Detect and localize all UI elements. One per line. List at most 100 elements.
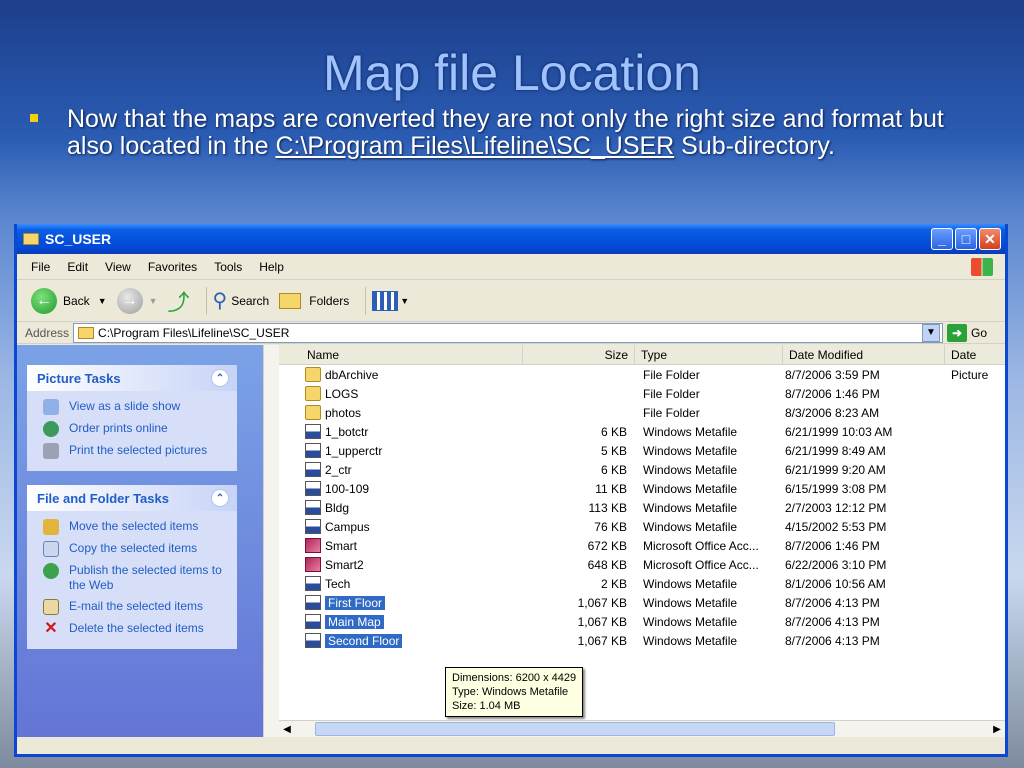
back-dropdown-icon[interactable]: ▼ [98,296,107,306]
file-type: File Folder [643,367,700,382]
file-row[interactable]: Second Floor 1,067 KB Windows Metafile 8/7/… [303,631,1005,650]
folder-icon [23,233,39,245]
title-bar[interactable]: SC_USER _ □ ✕ [17,224,1005,254]
file-rows: dbArchive File Folder 8/7/2006 3:59 PM LOGS… [279,365,1005,650]
menu-favorites[interactable]: Favorites [148,260,197,274]
file-size: 113 KB [588,500,627,515]
file-row[interactable]: First Floor 1,067 KB Windows Metafile 8/7/2… [303,593,1005,612]
task-publish-web[interactable]: Publish the selected items to the Web [43,563,229,593]
menu-view[interactable]: View [105,260,131,274]
metafile-icon [305,500,321,515]
file-name: 1_upperctr [325,443,383,458]
column-type[interactable]: Type [635,345,783,364]
task-order-prints[interactable]: Order prints online [43,421,229,437]
go-button[interactable]: ➜ Go [946,323,987,342]
forward-dropdown-icon[interactable]: ▼ [149,296,158,306]
file-row[interactable]: dbArchive File Folder 8/7/2006 3:59 PM [303,365,1005,384]
task-email-items[interactable]: E-mail the selected items [43,599,229,615]
task-print-pictures[interactable]: Print the selected pictures [43,443,229,459]
column-date-picture[interactable]: Date Picture [945,345,1005,382]
column-size[interactable]: Size [523,345,635,364]
file-row[interactable]: Tech 2 KB Windows Metafile 8/1/2006 10:56 A… [303,574,1005,593]
file-name-cell: dbArchive [303,367,521,382]
task-copy-items[interactable]: Copy the selected items [43,541,229,557]
metafile-icon [305,633,321,648]
minimize-button[interactable]: _ [931,228,953,250]
slideshow-icon [43,399,59,415]
file-row[interactable]: Bldg 113 KB Windows Metafile 2/7/2003 12:12… [303,498,1005,517]
scroll-thumb[interactable] [315,722,835,736]
file-size: 76 KB [594,519,627,534]
menu-file[interactable]: File [31,260,50,274]
menu-help[interactable]: Help [259,260,284,274]
file-row[interactable]: Main Map 1,067 KB Windows Metafile 8/7/2006… [303,612,1005,631]
address-dropdown-icon[interactable]: ▼ [921,323,940,342]
file-type: Windows Metafile [643,500,738,515]
maximize-button[interactable]: □ [955,228,977,250]
column-name[interactable]: Name [279,345,523,364]
picture-tasks-title: Picture Tasks [37,370,121,386]
column-date-modified[interactable]: Date Modified [783,345,945,364]
address-field[interactable]: C:\Program Files\Lifeline\SC_USER ▼ [73,322,943,343]
views-dropdown-icon: ▼ [400,295,410,306]
file-name: 2_ctr [325,462,352,477]
file-row[interactable]: Campus 76 KB Windows Metafile 4/15/2002 5:5… [303,517,1005,536]
file-size: 1,067 KB [577,633,627,648]
menu-bar: File Edit View Favorites Tools Help [17,254,1005,280]
file-row[interactable]: 1_botctr 6 KB Windows Metafile 6/21/1999 10… [303,422,1005,441]
file-row[interactable]: 100-109 11 KB Windows Metafile 6/15/1999 3:… [303,479,1005,498]
task-move-items[interactable]: Move the selected items [43,519,229,535]
close-button[interactable]: ✕ [979,228,1001,250]
file-folder-tasks-panel: File and Folder Tasks ⌃ Move the selecte… [27,485,237,649]
address-label: Address [25,325,70,340]
menu-tools[interactable]: Tools [214,260,242,274]
file-row[interactable]: photos File Folder 8/3/2006 8:23 AM [303,403,1005,422]
collapse-icon[interactable]: ⌃ [211,489,229,507]
horizontal-scrollbar[interactable]: ◀ ▶ [279,720,1005,737]
forward-button[interactable]: → ▼ [116,287,158,314]
task-delete-items[interactable]: ✕ Delete the selected items [43,621,229,637]
file-type: Windows Metafile [643,519,738,534]
file-date: 6/21/1999 8:49 AM [785,443,886,458]
task-view-slideshow[interactable]: View as a slide show [43,399,229,415]
file-date: 6/22/2006 3:10 PM [785,557,887,572]
file-row[interactable]: LOGS File Folder 8/7/2006 1:46 PM [303,384,1005,403]
bullet-path: C:\Program Files\Lifeline\SC_USER [275,132,675,160]
search-button[interactable]: ⚲ Search [213,288,270,313]
folders-button[interactable]: Folders [279,292,349,309]
file-row[interactable]: 2_ctr 6 KB Windows Metafile 6/21/1999 9:20 … [303,460,1005,479]
file-name: Smart [325,538,358,553]
file-name-cell: Main Map [303,614,521,629]
file-row[interactable]: 1_upperctr 5 KB Windows Metafile 6/21/1999 … [303,441,1005,460]
metafile-icon [305,576,321,591]
tooltip-dimensions: Dimensions: 6200 x 4429 [452,672,577,684]
go-label: Go [970,325,987,340]
back-button[interactable]: ← Back ▼ [31,287,107,314]
file-date: 8/7/2006 1:46 PM [785,538,880,553]
explorer-content: Picture Tasks ⌃ View as a slide show Ord… [17,345,1005,737]
file-name-cell: Smart [303,538,521,553]
collapse-icon[interactable]: ⌃ [211,369,229,387]
views-button[interactable]: ▼ [372,290,410,311]
left-pane-scrollbar[interactable] [263,345,279,737]
file-name-cell: LOGS [303,386,521,401]
file-date: 8/3/2006 8:23 AM [785,405,880,420]
folder-icon [305,367,321,382]
file-date: 4/15/2002 5:53 PM [785,519,887,534]
scroll-right-icon[interactable]: ▶ [989,724,1005,735]
file-name: Tech [325,576,351,591]
file-name-cell: Second Floor [303,633,521,648]
move-icon [43,519,59,535]
picture-tasks-header[interactable]: Picture Tasks ⌃ [27,365,237,391]
up-button[interactable]: ⤴ [168,285,190,317]
file-row[interactable]: Smart 672 KB Microsoft Office Acc... 8/7/20… [303,536,1005,555]
scroll-left-icon[interactable]: ◀ [279,724,295,735]
order-prints-icon [43,421,59,437]
file-name: Smart2 [325,557,364,572]
file-name: Campus [325,519,370,534]
file-row[interactable]: Smart2 648 KB Microsoft Office Acc... 6/22/… [303,555,1005,574]
file-folder-tasks-header[interactable]: File and Folder Tasks ⌃ [27,485,237,511]
menu-edit[interactable]: Edit [67,260,88,274]
file-name: photos [325,405,362,420]
file-name: Second Floor [325,633,403,648]
